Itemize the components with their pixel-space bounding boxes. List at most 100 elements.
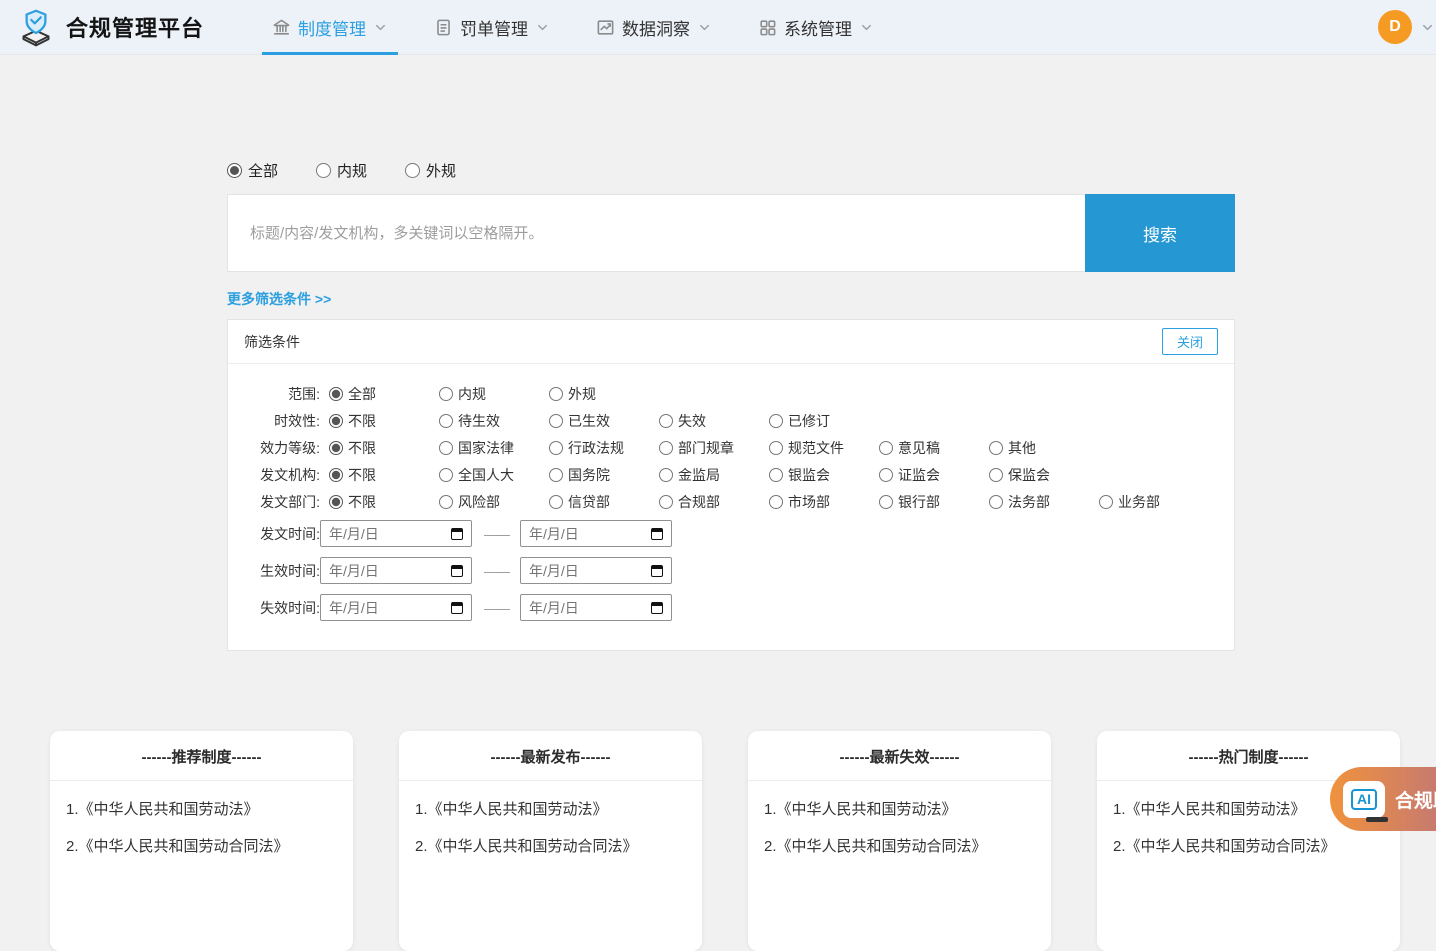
filter-radio-issuing-authority-5[interactable] (879, 468, 893, 482)
filter-radio-effectiveness-4[interactable] (769, 414, 783, 428)
filter-option-legal-level-1[interactable]: 国家法律 (439, 438, 549, 458)
scope-radio-2[interactable] (405, 163, 420, 178)
filter-radio-issuing-authority-4[interactable] (769, 468, 783, 482)
filter-radio-legal-level-6[interactable] (989, 441, 1003, 455)
filter-option-effectiveness-3[interactable]: 失效 (659, 411, 769, 431)
filter-option-effectiveness-4[interactable]: 已修订 (769, 411, 879, 431)
list-item[interactable]: 2.《中华人民共和国劳动合同法》 (415, 828, 686, 865)
date-placeholder: 年/月/日 (329, 561, 379, 581)
user-menu[interactable]: D (1378, 10, 1426, 44)
filter-option-label: 部门规章 (678, 438, 734, 458)
search-button[interactable]: 搜索 (1085, 194, 1235, 272)
nav-item-penalty-mgmt[interactable]: 罚单管理 (426, 0, 558, 55)
filter-radio-legal-level-1[interactable] (439, 441, 453, 455)
scope-radio-0[interactable] (227, 163, 242, 178)
filter-radio-issuing-department-4[interactable] (769, 495, 783, 509)
filter-radio-issuing-authority-3[interactable] (659, 468, 673, 482)
scope-radio-1[interactable] (316, 163, 331, 178)
filter-option-issuing-department-6[interactable]: 法务部 (989, 492, 1099, 512)
scope-option-2[interactable]: 外规 (405, 160, 456, 181)
filter-radio-issuing-authority-6[interactable] (989, 468, 1003, 482)
filter-radio-issuing-department-1[interactable] (439, 495, 453, 509)
filter-option-issuing-department-4[interactable]: 市场部 (769, 492, 879, 512)
filter-radio-legal-level-2[interactable] (549, 441, 563, 455)
filter-radio-effectiveness-1[interactable] (439, 414, 453, 428)
filter-radio-effectiveness-2[interactable] (549, 414, 563, 428)
filter-radio-legal-level-0[interactable] (329, 441, 343, 455)
list-item[interactable]: 1.《中华人民共和国劳动法》 (66, 791, 337, 828)
date-row-publish-date: 发文时间:年/月/日——年/月/日 (228, 515, 1234, 552)
list-item[interactable]: 1.《中华人民共和国劳动法》 (415, 791, 686, 828)
scope-option-label: 内规 (337, 160, 367, 181)
list-item[interactable]: 1.《中华人民共和国劳动法》 (764, 791, 1035, 828)
nav-item-data-insight[interactable]: 数据洞察 (588, 0, 720, 55)
card-latest-expired: ------最新失效------1.《中华人民共和国劳动法》2.《中华人民共和国… (748, 731, 1051, 951)
filter-option-issuing-authority-2[interactable]: 国务院 (549, 465, 659, 485)
date-input-effective-date-end[interactable]: 年/月/日 (520, 557, 672, 584)
list-item[interactable]: 2.《中华人民共和国劳动合同法》 (764, 828, 1035, 865)
filter-radio-legal-level-5[interactable] (879, 441, 893, 455)
date-input-expiry-date-end[interactable]: 年/月/日 (520, 594, 672, 621)
assistant-button[interactable]: AI 合规助手 (1330, 767, 1436, 831)
filter-option-issuing-department-1[interactable]: 风险部 (439, 492, 549, 512)
filter-option-issuing-department-5[interactable]: 银行部 (879, 492, 989, 512)
nav-item-institution-mgmt[interactable]: 制度管理 (264, 0, 396, 55)
filter-radio-scope-0[interactable] (329, 387, 343, 401)
filter-option-label: 合规部 (678, 492, 720, 512)
date-input-publish-date-start[interactable]: 年/月/日 (320, 520, 472, 547)
filter-option-effectiveness-1[interactable]: 待生效 (439, 411, 549, 431)
date-input-expiry-date-start[interactable]: 年/月/日 (320, 594, 472, 621)
filter-radio-legal-level-4[interactable] (769, 441, 783, 455)
filter-option-scope-1[interactable]: 内规 (439, 384, 549, 404)
filter-option-legal-level-5[interactable]: 意见稿 (879, 438, 989, 458)
filter-option-issuing-department-7[interactable]: 业务部 (1099, 492, 1209, 512)
date-placeholder: 年/月/日 (529, 561, 579, 581)
filter-radio-issuing-department-6[interactable] (989, 495, 1003, 509)
filter-option-legal-level-2[interactable]: 行政法规 (549, 438, 659, 458)
filter-radio-issuing-authority-2[interactable] (549, 468, 563, 482)
filter-option-legal-level-4[interactable]: 规范文件 (769, 438, 879, 458)
filter-radio-effectiveness-0[interactable] (329, 414, 343, 428)
filter-radio-scope-1[interactable] (439, 387, 453, 401)
filter-radio-issuing-authority-1[interactable] (439, 468, 453, 482)
filter-option-issuing-department-3[interactable]: 合规部 (659, 492, 769, 512)
filter-option-label: 风险部 (458, 492, 500, 512)
filter-option-issuing-authority-5[interactable]: 证监会 (879, 465, 989, 485)
more-filters-link[interactable]: 更多筛选条件 >> (227, 289, 331, 309)
filter-radio-issuing-department-5[interactable] (879, 495, 893, 509)
filter-radio-issuing-department-0[interactable] (329, 495, 343, 509)
filter-option-issuing-department-2[interactable]: 信贷部 (549, 492, 659, 512)
filter-radio-scope-2[interactable] (549, 387, 563, 401)
filter-option-scope-2[interactable]: 外规 (549, 384, 659, 404)
filter-option-legal-level-6[interactable]: 其他 (989, 438, 1099, 458)
list-item[interactable]: 2.《中华人民共和国劳动合同法》 (66, 828, 337, 865)
filter-option-scope-0[interactable]: 全部 (329, 384, 439, 404)
filter-radio-effectiveness-3[interactable] (659, 414, 673, 428)
filter-option-legal-level-3[interactable]: 部门规章 (659, 438, 769, 458)
filter-option-issuing-authority-0[interactable]: 不限 (329, 465, 439, 485)
filter-radio-issuing-department-2[interactable] (549, 495, 563, 509)
date-input-effective-date-start[interactable]: 年/月/日 (320, 557, 472, 584)
filter-option-issuing-authority-6[interactable]: 保监会 (989, 465, 1099, 485)
filter-option-issuing-department-0[interactable]: 不限 (329, 492, 439, 512)
filter-option-issuing-authority-1[interactable]: 全国人大 (439, 465, 549, 485)
filter-option-legal-level-0[interactable]: 不限 (329, 438, 439, 458)
filter-radio-issuing-department-3[interactable] (659, 495, 673, 509)
search-input[interactable] (227, 194, 1085, 272)
scope-option-0[interactable]: 全部 (227, 160, 278, 181)
scope-option-1[interactable]: 内规 (316, 160, 367, 181)
filter-option-issuing-authority-4[interactable]: 银监会 (769, 465, 879, 485)
user-avatar[interactable]: D (1378, 10, 1412, 44)
close-filter-button[interactable]: 关闭 (1162, 328, 1218, 355)
filter-radio-legal-level-3[interactable] (659, 441, 673, 455)
filter-radio-issuing-authority-0[interactable] (329, 468, 343, 482)
filter-option-effectiveness-0[interactable]: 不限 (329, 411, 439, 431)
filter-option-issuing-authority-3[interactable]: 金监局 (659, 465, 769, 485)
filter-option-label: 待生效 (458, 411, 500, 431)
filter-option-effectiveness-2[interactable]: 已生效 (549, 411, 659, 431)
filter-row-label: 发文部门: (228, 492, 320, 512)
date-input-publish-date-end[interactable]: 年/月/日 (520, 520, 672, 547)
filter-radio-issuing-department-7[interactable] (1099, 495, 1113, 509)
nav-item-system-mgmt[interactable]: 系统管理 (750, 0, 882, 55)
list-item[interactable]: 2.《中华人民共和国劳动合同法》 (1113, 828, 1384, 865)
